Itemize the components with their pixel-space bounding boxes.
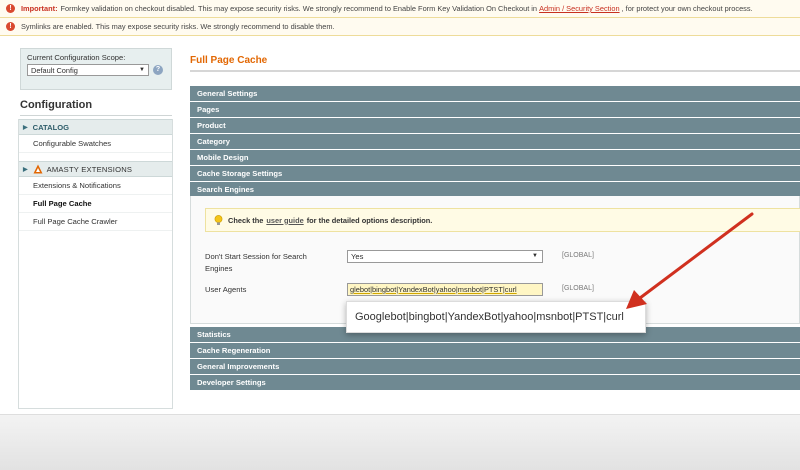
- tip-text: Check the: [228, 215, 264, 225]
- divider: [20, 115, 172, 116]
- sidebar-item-label: Configurable Swatches: [33, 139, 112, 148]
- divider: [190, 70, 800, 72]
- sidebar-item-label: Full Page Cache Crawler: [33, 217, 118, 226]
- user-guide-tip: Check the user guide for the detailed op…: [205, 208, 800, 232]
- chevron-down-icon: ▼: [139, 67, 145, 73]
- formkey-notice: ! Important: Formkey validation on check…: [0, 0, 800, 18]
- section-list-bottom: Statistics Cache Regeneration General Im…: [190, 327, 800, 391]
- sidebar-item-label: Full Page Cache: [33, 199, 92, 208]
- user-agents-input[interactable]: glebot|bingbot|YandexBot|yahoo|msnbot|PT…: [347, 283, 543, 296]
- section-list-top: General Settings Pages Product Category …: [190, 86, 800, 198]
- notice-text: Symlinks are enabled. This may expose se…: [21, 22, 335, 31]
- section-header-developer-settings[interactable]: Developer Settings: [190, 375, 800, 391]
- section-header-cache-regeneration[interactable]: Cache Regeneration: [190, 343, 800, 359]
- section-header-product[interactable]: Product: [190, 118, 800, 134]
- admin-security-link[interactable]: Admin / Security Section: [539, 4, 620, 13]
- tip-text-after: for the detailed options description.: [306, 215, 433, 225]
- section-header-mobile-design[interactable]: Mobile Design: [190, 150, 800, 166]
- triangle-right-icon: ▶: [23, 124, 28, 131]
- scope-tag: [GLOBAL]: [562, 285, 594, 292]
- sidebar-item-configurable-swatches[interactable]: Configurable Swatches: [19, 135, 172, 153]
- select-value: Yes: [351, 252, 364, 261]
- footer-bar: [0, 414, 800, 470]
- sidebar-nav: ▶ CATALOG Configurable Swatches ▶ AMASTY…: [18, 119, 173, 409]
- sidebar-group-catalog[interactable]: ▶ CATALOG: [19, 119, 172, 135]
- sidebar-item-full-page-cache-crawler[interactable]: Full Page Cache Crawler: [19, 213, 172, 231]
- user-agents-label: User Agents: [205, 285, 247, 294]
- section-label: Mobile Design: [197, 153, 249, 162]
- notice-text-after: , for protect your own checkout process.: [621, 4, 753, 13]
- sidebar-group-label: AMASTY EXTENSIONS: [46, 164, 133, 174]
- section-label: Cache Regeneration: [197, 346, 271, 355]
- section-label: Developer Settings: [197, 378, 266, 387]
- lightbulb-icon: [214, 214, 223, 225]
- chevron-down-icon: ▼: [532, 253, 538, 259]
- section-label: Search Engines: [197, 185, 254, 194]
- sidebar-item-full-page-cache[interactable]: Full Page Cache: [19, 195, 172, 213]
- notice-important-label: Important:: [21, 4, 58, 13]
- error-icon: !: [6, 22, 15, 31]
- section-label: Statistics: [197, 330, 231, 339]
- dont-start-session-label: Don't Start Session for Search Engines: [205, 252, 307, 273]
- page-title: Full Page Cache: [190, 55, 268, 66]
- section-label: Category: [197, 137, 230, 146]
- dont-start-session-select[interactable]: Yes ▼: [347, 250, 543, 263]
- triangle-right-icon: ▶: [23, 166, 28, 173]
- scope-selected-value: Default Config: [31, 66, 78, 75]
- section-label: General Settings: [197, 89, 258, 98]
- sidebar-item-extensions-notifications[interactable]: Extensions & Notifications: [19, 177, 172, 195]
- sidebar-group-amasty[interactable]: ▶ AMASTY EXTENSIONS: [19, 161, 172, 177]
- section-header-cache-storage-settings[interactable]: Cache Storage Settings: [190, 166, 800, 182]
- section-label: Cache Storage Settings: [197, 169, 283, 178]
- error-icon: !: [6, 4, 15, 13]
- scope-select[interactable]: Default Config ▼: [27, 64, 149, 76]
- notice-text: Formkey validation on checkout disabled.…: [60, 4, 538, 13]
- section-label: General Improvements: [197, 362, 280, 371]
- scope-label: Current Configuration Scope:: [27, 53, 126, 62]
- sidebar-group-label: CATALOG: [32, 122, 70, 132]
- sidebar-item-label: Extensions & Notifications: [33, 181, 121, 190]
- section-header-general-improvements[interactable]: General Improvements: [190, 359, 800, 375]
- section-header-general-settings[interactable]: General Settings: [190, 86, 800, 102]
- symlinks-notice: ! Symlinks are enabled. This may expose …: [0, 18, 800, 36]
- section-label: Product: [197, 121, 226, 130]
- section-header-category[interactable]: Category: [190, 134, 800, 150]
- scope-switcher: Current Configuration Scope: Default Con…: [20, 48, 172, 90]
- section-label: Pages: [197, 105, 220, 114]
- help-icon[interactable]: ?: [153, 65, 163, 75]
- user-agents-callout: Googlebot|bingbot|YandexBot|yahoo|msnbot…: [346, 301, 646, 333]
- amasty-logo-icon: [33, 164, 43, 174]
- user-guide-link[interactable]: user guide: [266, 216, 303, 225]
- configuration-title: Configuration: [20, 99, 93, 111]
- section-header-pages[interactable]: Pages: [190, 102, 800, 118]
- scope-tag: [GLOBAL]: [562, 252, 594, 259]
